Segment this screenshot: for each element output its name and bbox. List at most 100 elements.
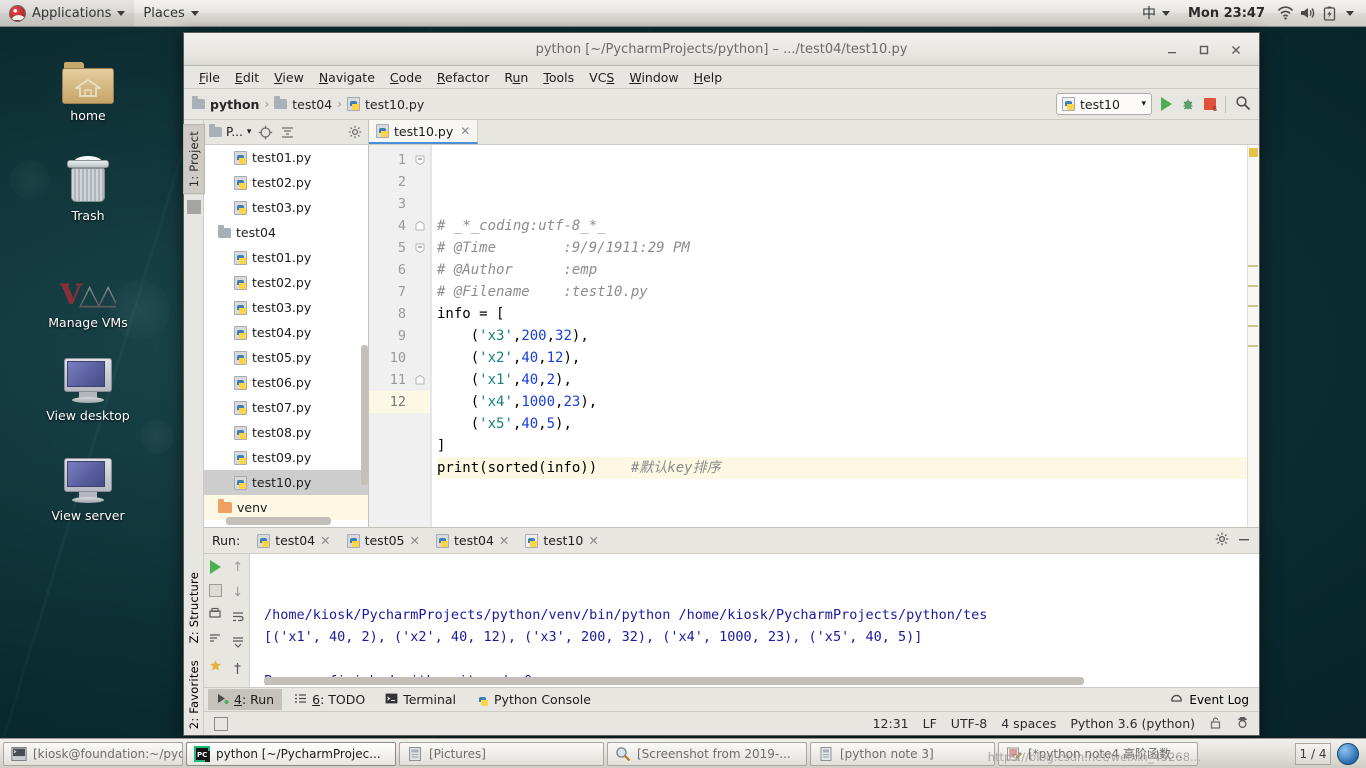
- event-log-label[interactable]: Event Log: [1189, 693, 1249, 707]
- code-line[interactable]: info = [: [437, 303, 1259, 325]
- breadcrumb-item-file[interactable]: test10.py: [365, 97, 424, 112]
- menu-navigate[interactable]: Navigate: [312, 68, 382, 87]
- code-line[interactable]: # @Filename :test10.py: [437, 281, 1259, 303]
- desktop-icon-manage-vms[interactable]: V △△ Manage VMs: [29, 255, 147, 331]
- code-line[interactable]: ('x5',40,5),: [437, 413, 1259, 435]
- sidebar-tab-structure[interactable]: Z: Structure: [184, 566, 204, 649]
- console-output[interactable]: /home/kiosk/PycharmProjects/python/venv/…: [250, 554, 1259, 687]
- stop-square-icon[interactable]: [208, 584, 222, 597]
- applications-menu[interactable]: Applications: [0, 0, 135, 27]
- up-arrow-icon[interactable]: ↑: [232, 560, 243, 575]
- tree-node[interactable]: test04: [204, 220, 368, 245]
- line-number[interactable]: 2: [369, 171, 430, 193]
- warning-stripe-icon[interactable]: [1249, 148, 1258, 157]
- debug-bug-icon[interactable]: [1181, 97, 1195, 111]
- minimize-icon[interactable]: [1237, 532, 1251, 549]
- workspace-switcher-icon[interactable]: [1337, 742, 1359, 765]
- search-icon[interactable]: [1235, 95, 1251, 114]
- tree-node[interactable]: test04.py: [204, 320, 368, 345]
- sidebar-tab-project[interactable]: 1: Project: [182, 124, 205, 195]
- tool-button-python-console[interactable]: Python Console: [468, 689, 599, 710]
- tool-button-terminal[interactable]: Terminal: [377, 689, 464, 710]
- tree-node[interactable]: test07.py: [204, 395, 368, 420]
- system-menu-button[interactable]: [1340, 0, 1360, 27]
- taskbar-item-screenshot[interactable]: [Screenshot from 2019-...: [607, 741, 807, 766]
- close-icon[interactable]: ✕: [320, 533, 330, 548]
- tree-vertical-scrollbar[interactable]: [361, 345, 368, 485]
- tree-node[interactable]: test03.py: [204, 195, 368, 220]
- tool-button-run[interactable]: 4: Run: [208, 689, 283, 710]
- indent-setting[interactable]: 4 spaces: [1001, 716, 1056, 731]
- window-titlebar[interactable]: python [~/PycharmProjects/python] – .../…: [184, 33, 1259, 66]
- code-line[interactable]: print(sorted(info)) #默认key排序: [437, 457, 1259, 479]
- desktop-icon-view-server[interactable]: View server: [29, 448, 147, 523]
- code-line[interactable]: # _*_coding:utf-8_*_: [437, 215, 1259, 237]
- tree-node[interactable]: test09.py: [204, 445, 368, 470]
- taskbar-item-terminal[interactable]: [kiosk@foundation:~/pyc...: [3, 741, 183, 766]
- line-number[interactable]: 7: [369, 281, 430, 303]
- tree-horizontal-scrollbar[interactable]: [226, 517, 331, 525]
- line-number[interactable]: 12: [369, 391, 430, 413]
- wifi-icon[interactable]: [1274, 0, 1296, 27]
- star-icon[interactable]: [209, 659, 222, 675]
- taskbar-item-pictures[interactable]: [Pictures]: [399, 741, 604, 766]
- line-number[interactable]: 8: [369, 303, 430, 325]
- rerun-play-icon[interactable]: [209, 560, 221, 574]
- scroll-to-end-icon[interactable]: [231, 636, 245, 652]
- tree-node[interactable]: test01.py: [204, 145, 368, 170]
- close-icon[interactable]: ✕: [588, 533, 598, 548]
- tree-node[interactable]: test01.py: [204, 245, 368, 270]
- code-line[interactable]: ('x3',200,32),: [437, 325, 1259, 347]
- close-icon[interactable]: ✕: [410, 533, 420, 548]
- line-number[interactable]: 10: [369, 347, 430, 369]
- taskbar-item-pycharm[interactable]: PC python [~/PycharmProjec...: [186, 741, 396, 766]
- menu-view[interactable]: View: [267, 68, 311, 87]
- tree-node[interactable]: test05.py: [204, 345, 368, 370]
- toggle-toolbars-icon[interactable]: [214, 716, 228, 731]
- line-number[interactable]: 5: [369, 237, 430, 259]
- close-icon[interactable]: ✕: [499, 533, 509, 548]
- menu-file[interactable]: File: [192, 68, 227, 87]
- minimize-button[interactable]: [1157, 37, 1187, 63]
- menu-vcs[interactable]: VCS: [582, 68, 621, 87]
- menu-run[interactable]: Run: [497, 68, 535, 87]
- desktop-icon-view-desktop[interactable]: View desktop: [29, 348, 147, 423]
- tree-node[interactable]: test03.py: [204, 295, 368, 320]
- editor-tab-test10[interactable]: test10.py ✕: [369, 120, 479, 144]
- tree-node[interactable]: test06.py: [204, 370, 368, 395]
- code-line[interactable]: ('x1',40,2),: [437, 369, 1259, 391]
- lock-icon[interactable]: [1209, 716, 1222, 732]
- gear-icon[interactable]: [1215, 532, 1229, 549]
- code-line[interactable]: # @Author :emp: [437, 259, 1259, 281]
- line-number[interactable]: 9: [369, 325, 430, 347]
- input-method-indicator[interactable]: 中: [1133, 0, 1179, 27]
- clock[interactable]: Mon 23:47: [1179, 0, 1274, 27]
- print-icon[interactable]: [208, 607, 222, 623]
- menu-tools[interactable]: Tools: [536, 68, 581, 87]
- line-number-gutter[interactable]: 1 2 3 4 5 6 7 8 9 10 11 12: [369, 145, 431, 527]
- cursor-position[interactable]: 12:31: [873, 716, 909, 731]
- desktop-icon-home[interactable]: home: [29, 48, 147, 123]
- places-menu[interactable]: Places: [134, 0, 207, 27]
- code-line[interactable]: # @Time :9/9/1911:29 PM: [437, 237, 1259, 259]
- project-pane-title[interactable]: P... ▾: [209, 124, 251, 139]
- stop-icon[interactable]: [1204, 98, 1217, 113]
- down-arrow-icon[interactable]: ↓: [232, 585, 243, 600]
- error-stripe-marker[interactable]: [1247, 145, 1259, 527]
- line-separator[interactable]: LF: [923, 716, 937, 731]
- line-number[interactable]: 11: [369, 369, 430, 391]
- crosshair-icon[interactable]: [258, 125, 273, 140]
- code-line[interactable]: ('x4',1000,23),: [437, 391, 1259, 413]
- tree-node[interactable]: test08.py: [204, 420, 368, 445]
- console-horizontal-scrollbar[interactable]: [264, 677, 1084, 685]
- run-tab-3[interactable]: test10 ✕: [518, 531, 605, 550]
- source-code[interactable]: # _*_coding:utf-8_*_ # @Time :9/9/1911:29…: [431, 145, 1259, 527]
- maximize-button[interactable]: [1189, 37, 1219, 63]
- line-number[interactable]: 3: [369, 193, 430, 215]
- code-line[interactable]: ('x2',40,12),: [437, 347, 1259, 369]
- close-button[interactable]: [1221, 37, 1251, 63]
- volume-icon[interactable]: [1296, 0, 1318, 27]
- tree-node[interactable]: test10.py: [204, 470, 368, 495]
- line-number[interactable]: 1: [369, 149, 430, 171]
- hector-inspector-icon[interactable]: [1236, 716, 1249, 732]
